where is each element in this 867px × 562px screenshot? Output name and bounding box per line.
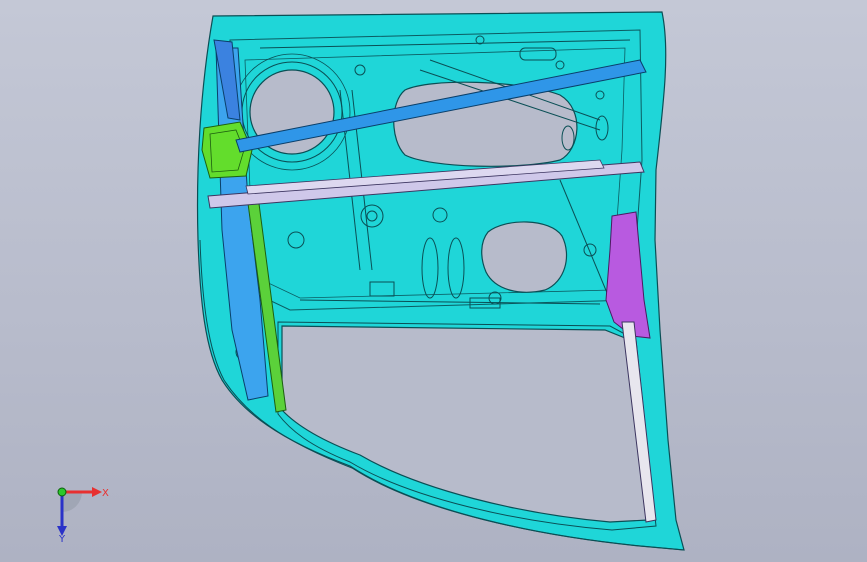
triad-graphic xyxy=(57,487,102,536)
triad-origin xyxy=(57,487,67,497)
y-axis-label: Y xyxy=(59,534,66,545)
access-hole-lower xyxy=(481,221,568,293)
door-model[interactable] xyxy=(0,0,867,562)
x-axis-label: X xyxy=(102,488,109,499)
x-axis-arrow xyxy=(92,487,102,497)
window-opening xyxy=(281,325,649,523)
coordinate-triad: X Y xyxy=(44,478,124,548)
graphics-viewport[interactable]: X Y xyxy=(0,0,867,562)
